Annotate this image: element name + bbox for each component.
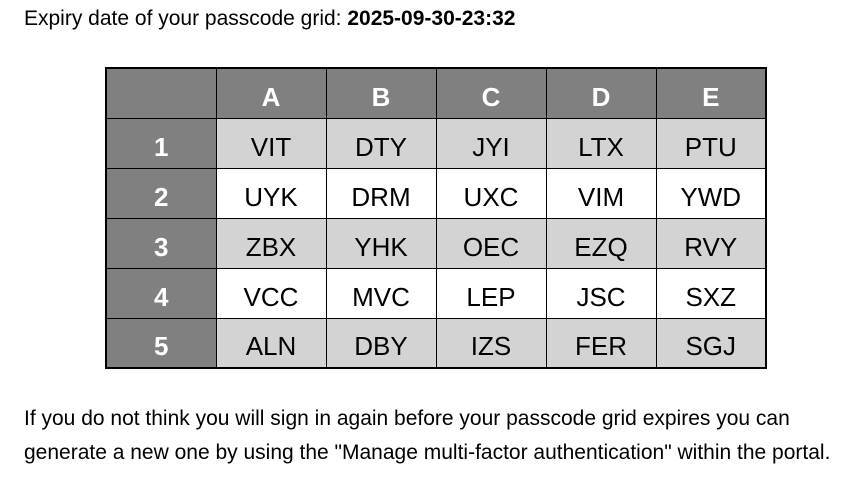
expiry-date: 2025-09-30-23:32 <box>347 7 516 30</box>
column-header-c: C <box>435 67 547 119</box>
column-header-d: D <box>545 67 657 119</box>
row-header-4: 4 <box>105 267 217 319</box>
grid-cell-e4: SXZ <box>655 267 767 319</box>
grid-header-row: A B C D E <box>105 67 767 119</box>
renewal-note: If you do not think you will sign in aga… <box>24 407 831 464</box>
grid-cell-d2: VIM <box>545 167 657 219</box>
grid-cell-e5: SGJ <box>655 317 767 369</box>
grid-cell-e3: RVY <box>655 217 767 269</box>
grid-cell-b1: DTY <box>325 117 437 169</box>
grid-cell-b3: YHK <box>325 217 437 269</box>
grid-cell-b5: DBY <box>325 317 437 369</box>
grid-cell-c3: OEC <box>435 217 547 269</box>
grid-cell-b2: DRM <box>325 167 437 219</box>
row-header-2: 2 <box>105 167 217 219</box>
passcode-grid-table: A B C D E 1 VIT DTY JYI LTX PTU 2 UYK DR… <box>105 67 767 369</box>
row-header-3: 3 <box>105 217 217 269</box>
grid-cell-c2: UXC <box>435 167 547 219</box>
row-header-1: 1 <box>105 117 217 169</box>
grid-cell-a4: VCC <box>215 267 327 319</box>
column-header-a: A <box>215 67 327 119</box>
grid-cell-e1: PTU <box>655 117 767 169</box>
expiry-line: Expiry date of your passcode grid: 2025-… <box>24 6 515 32</box>
grid-cell-a2: UYK <box>215 167 327 219</box>
passcode-grid: A B C D E 1 VIT DTY JYI LTX PTU 2 UYK DR… <box>105 67 767 369</box>
grid-cell-b4: MVC <box>325 267 437 319</box>
column-header-e: E <box>655 67 767 119</box>
grid-corner-cell <box>105 67 217 119</box>
column-header-b: B <box>325 67 437 119</box>
grid-row-1: 1 VIT DTY JYI LTX PTU <box>105 117 767 169</box>
grid-cell-c4: LEP <box>435 267 547 319</box>
grid-row-5: 5 ALN DBY IZS FER SGJ <box>105 317 767 369</box>
grid-cell-a1: VIT <box>215 117 327 169</box>
grid-row-4: 4 VCC MVC LEP JSC SXZ <box>105 267 767 319</box>
grid-cell-c5: IZS <box>435 317 547 369</box>
grid-cell-a3: ZBX <box>215 217 327 269</box>
row-header-5: 5 <box>105 317 217 369</box>
grid-cell-d3: EZQ <box>545 217 657 269</box>
grid-cell-d1: LTX <box>545 117 657 169</box>
expiry-label: Expiry date of your passcode grid: <box>24 7 348 30</box>
grid-cell-c1: JYI <box>435 117 547 169</box>
grid-cell-a5: ALN <box>215 317 327 369</box>
grid-cell-d5: FER <box>545 317 657 369</box>
grid-cell-d4: JSC <box>545 267 657 319</box>
grid-row-2: 2 UYK DRM UXC VIM YWD <box>105 167 767 219</box>
grid-cell-e2: YWD <box>655 167 767 219</box>
grid-row-3: 3 ZBX YHK OEC EZQ RVY <box>105 217 767 269</box>
